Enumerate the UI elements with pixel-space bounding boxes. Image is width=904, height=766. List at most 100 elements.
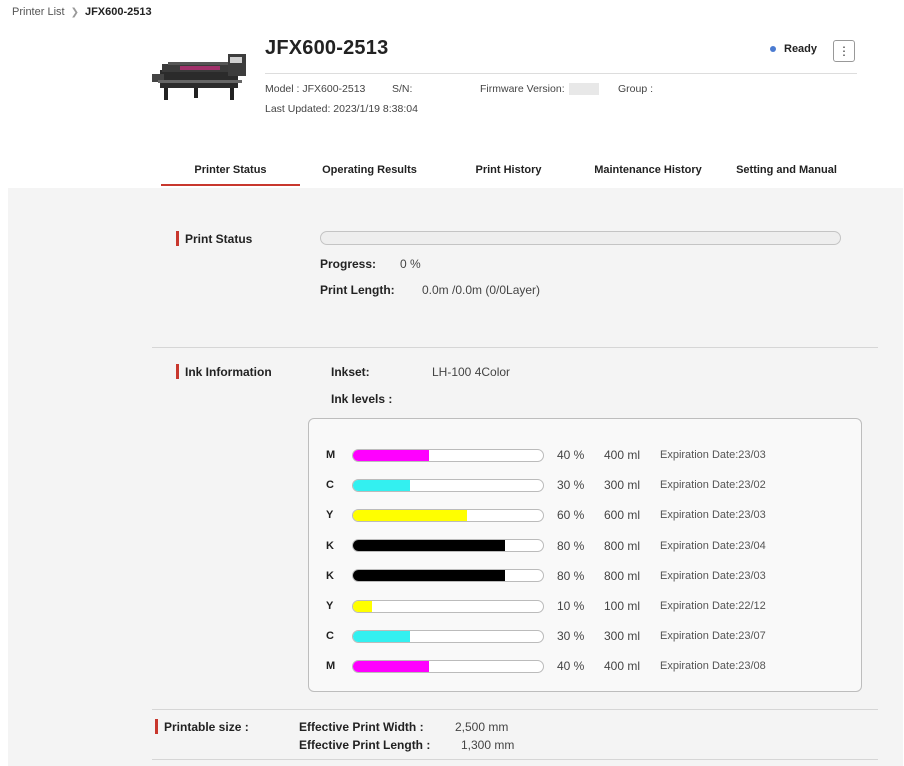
status-text: Ready (784, 43, 818, 55)
firmware-label: Firmware Version: (480, 83, 565, 95)
ink-row: M 40 % 400 ml Expiration Date:23/03 (309, 445, 863, 465)
ink-percent: 30 % (557, 478, 585, 493)
ink-row: C 30 % 300 ml Expiration Date:23/07 (309, 626, 863, 646)
section-divider (152, 759, 878, 760)
ink-color-letter: M (326, 660, 336, 673)
section-divider (152, 347, 878, 348)
ink-level-fill (353, 479, 410, 491)
ink-color-letter: K (326, 539, 334, 552)
print-length-size-value: 1,300 mm (461, 738, 515, 752)
ink-color-letter: C (326, 479, 334, 492)
print-status-heading: Print Status (176, 231, 252, 246)
ink-level-fill (353, 660, 429, 672)
ink-level-fill (353, 449, 429, 461)
ink-level-fill (353, 570, 505, 582)
ink-expiration: Expiration Date:23/03 (660, 449, 766, 461)
ink-level-fill (353, 540, 505, 552)
ink-color-letter: Y (326, 600, 334, 612)
ink-volume: 400 ml (604, 448, 641, 462)
tab-printer-status[interactable]: Printer Status (161, 155, 300, 185)
ink-row: Y 10 % 100 ml Expiration Date:22/12 (309, 596, 863, 616)
section-divider (152, 709, 878, 710)
group-label: Group : (618, 83, 654, 95)
ink-row: K 80 % 800 ml Expiration Date:23/04 (309, 536, 863, 556)
ink-color-letter: K (326, 569, 334, 582)
ink-level-bar (352, 539, 544, 553)
ink-volume: 600 ml (604, 508, 641, 523)
header-divider (265, 73, 857, 74)
active-tab-indicator (161, 184, 300, 186)
ink-row: M 40 % 400 ml Expiration Date:23/08 (309, 656, 863, 676)
progress-label: Progress: (320, 257, 377, 271)
section-marker (176, 364, 179, 379)
chevron-right-icon: ❯ (70, 6, 79, 18)
ink-level-bar (352, 478, 544, 492)
ink-expiration: Expiration Date:23/03 (660, 509, 766, 522)
page-title: JFX600-2513 (265, 37, 389, 59)
print-length-value: 0.0m /0.0m (0/0Layer) (422, 283, 541, 297)
print-width-label: Effective Print Width : (299, 720, 424, 734)
section-marker (155, 719, 158, 734)
ink-percent: 80 % (557, 538, 585, 553)
breadcrumb: Printer List ❯ JFX600-2513 (12, 6, 152, 18)
firmware-value-box (568, 83, 599, 96)
ink-row: C 30 % 300 ml Expiration Date:23/02 (309, 475, 863, 495)
ink-level-bar (352, 448, 544, 462)
ink-color-letter: C (326, 630, 334, 643)
ink-level-fill (353, 600, 372, 612)
print-status-label: Print Status (185, 231, 253, 246)
ink-level-bar (352, 659, 544, 673)
ink-row: Y 60 % 600 ml Expiration Date:23/03 (309, 505, 863, 525)
breadcrumb-root-link[interactable]: Printer List (12, 6, 65, 18)
printer-status: Ready (770, 43, 817, 55)
status-dot-icon (770, 46, 776, 52)
ink-expiration: Expiration Date:23/07 (660, 630, 766, 643)
vertical-ellipsis-icon: ⋮ (838, 44, 850, 58)
tab-operating-results[interactable]: Operating Results (300, 155, 439, 185)
print-progress-bar (320, 231, 841, 245)
ink-volume: 300 ml (604, 478, 641, 493)
ink-level-bar (352, 599, 544, 613)
ink-level-bar (352, 508, 544, 522)
ink-volume: 300 ml (604, 629, 641, 644)
ink-volume: 100 ml (604, 599, 641, 613)
inkset-value: LH-100 4Color (432, 365, 511, 379)
printable-size-heading: Printable size : (155, 719, 249, 734)
ink-information-label: Ink Information (185, 364, 272, 379)
ink-expiration: Expiration Date:23/03 (660, 569, 766, 582)
ink-color-letter: Y (326, 509, 334, 522)
progress-value: 0 % (400, 257, 421, 271)
printer-image (152, 54, 246, 100)
print-length-size-label: Effective Print Length : (299, 738, 431, 752)
ink-percent: 80 % (557, 568, 585, 583)
ink-information-heading: Ink Information (176, 364, 272, 379)
ink-expiration: Expiration Date:22/12 (660, 600, 766, 612)
ink-percent: 40 % (557, 448, 585, 462)
more-options-button[interactable]: ⋮ (833, 40, 855, 62)
ink-percent: 10 % (557, 599, 585, 613)
tab-print-history[interactable]: Print History (439, 155, 578, 185)
ink-volume: 800 ml (604, 568, 641, 583)
tab-maintenance-history[interactable]: Maintenance History (590, 155, 706, 185)
ink-expiration: Expiration Date:23/08 (660, 660, 766, 673)
printable-size-label: Printable size : (164, 719, 249, 734)
ink-expiration: Expiration Date:23/04 (660, 539, 766, 552)
model-text: Model : JFX600-2513 (265, 83, 366, 95)
ink-level-bar (352, 629, 544, 643)
ink-volume: 400 ml (604, 659, 641, 674)
ink-row: K 80 % 800 ml Expiration Date:23/03 (309, 566, 863, 586)
ink-levels-label: Ink levels : (331, 392, 393, 406)
firmware-info: Firmware Version: (480, 83, 599, 96)
ink-expiration: Expiration Date:23/02 (660, 479, 766, 492)
ink-color-letter: M (326, 449, 336, 461)
print-length-label: Print Length: (320, 283, 395, 297)
ink-levels-box: M 40 % 400 ml Expiration Date:23/03 C 30 % 300… (308, 418, 862, 692)
ink-level-fill (353, 509, 467, 521)
ink-percent: 30 % (557, 629, 585, 644)
ink-volume: 800 ml (604, 538, 641, 553)
serial-label: S/N: (392, 83, 413, 95)
section-marker (176, 231, 179, 246)
tab-setting-and-manual[interactable]: Setting and Manual (717, 155, 856, 185)
breadcrumb-current: JFX600-2513 (84, 6, 152, 18)
inkset-label: Inkset: (331, 365, 370, 379)
